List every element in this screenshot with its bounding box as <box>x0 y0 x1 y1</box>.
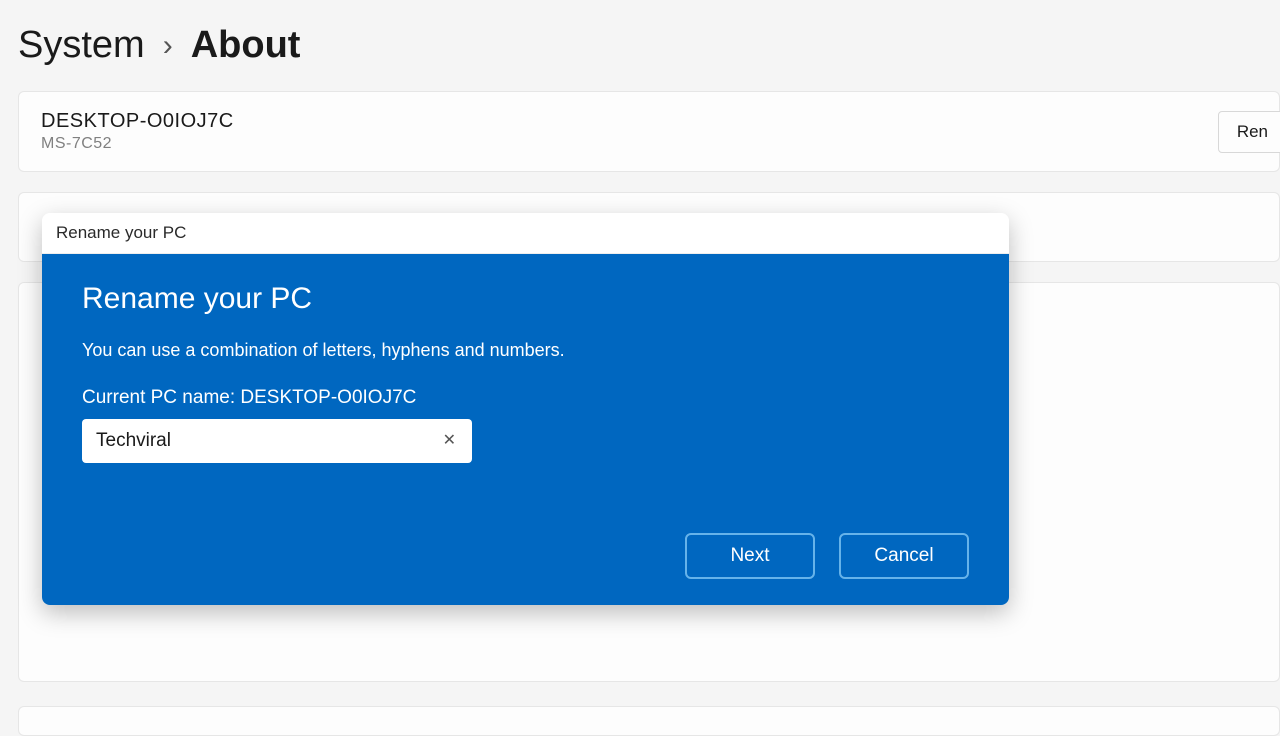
breadcrumb-current: About <box>191 24 301 67</box>
chevron-right-icon: › <box>163 29 173 63</box>
rename-pc-button[interactable]: Ren <box>1218 111 1280 153</box>
dialog-body: Rename your PC You can use a combination… <box>42 254 1009 605</box>
next-button[interactable]: Next <box>685 533 815 579</box>
pc-info-left: DESKTOP-O0IOJ7C MS-7C52 <box>41 110 234 153</box>
breadcrumb: System › About <box>0 0 1280 91</box>
breadcrumb-parent[interactable]: System <box>18 24 145 67</box>
section-card <box>18 706 1280 736</box>
rename-pc-dialog: Rename your PC Rename your PC You can us… <box>42 213 1009 605</box>
cancel-button[interactable]: Cancel <box>839 533 969 579</box>
pc-info-card: DESKTOP-O0IOJ7C MS-7C52 Ren <box>18 91 1280 172</box>
pc-name-input-wrap: ✕ <box>82 419 472 463</box>
current-pc-name-label: Current PC name: DESKTOP-O0IOJ7C <box>82 387 969 409</box>
clear-input-icon[interactable]: ✕ <box>439 429 460 453</box>
dialog-actions: Next Cancel <box>82 533 969 579</box>
dialog-title: Rename your PC <box>42 213 1009 254</box>
pc-name-label: DESKTOP-O0IOJ7C <box>41 110 234 133</box>
pc-model-label: MS-7C52 <box>41 135 234 153</box>
dialog-description: You can use a combination of letters, hy… <box>82 340 969 361</box>
dialog-heading: Rename your PC <box>82 282 969 316</box>
pc-name-input[interactable] <box>82 419 472 463</box>
